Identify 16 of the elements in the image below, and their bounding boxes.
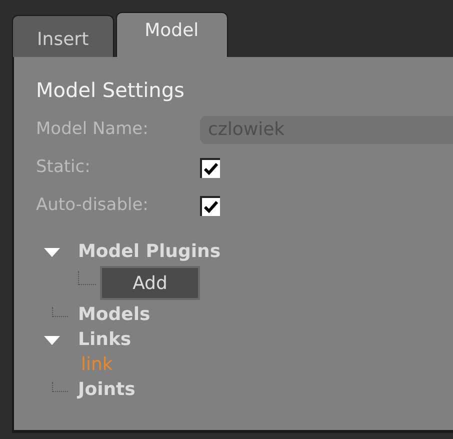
field-label: Model Name: xyxy=(36,118,150,142)
expanded-icon[interactable] xyxy=(44,334,60,344)
add-button[interactable]: Add xyxy=(100,266,200,300)
tree-item[interactable]: Links xyxy=(78,326,132,353)
section-title: Model Settings xyxy=(36,77,186,103)
checkbox[interactable] xyxy=(200,196,220,216)
tree-item[interactable]: Model Plugins xyxy=(78,238,221,265)
field-label: Static: xyxy=(36,156,92,180)
tree-item[interactable]: link xyxy=(81,351,113,378)
tab[interactable]: Insert xyxy=(12,15,114,57)
expanded-icon[interactable] xyxy=(44,246,60,256)
tab[interactable]: Model xyxy=(116,12,228,57)
tree-item[interactable]: Models xyxy=(78,301,150,328)
checkbox[interactable] xyxy=(200,158,220,178)
field-label: Auto-disable: xyxy=(36,194,150,218)
tree-item[interactable]: Joints xyxy=(78,376,136,403)
